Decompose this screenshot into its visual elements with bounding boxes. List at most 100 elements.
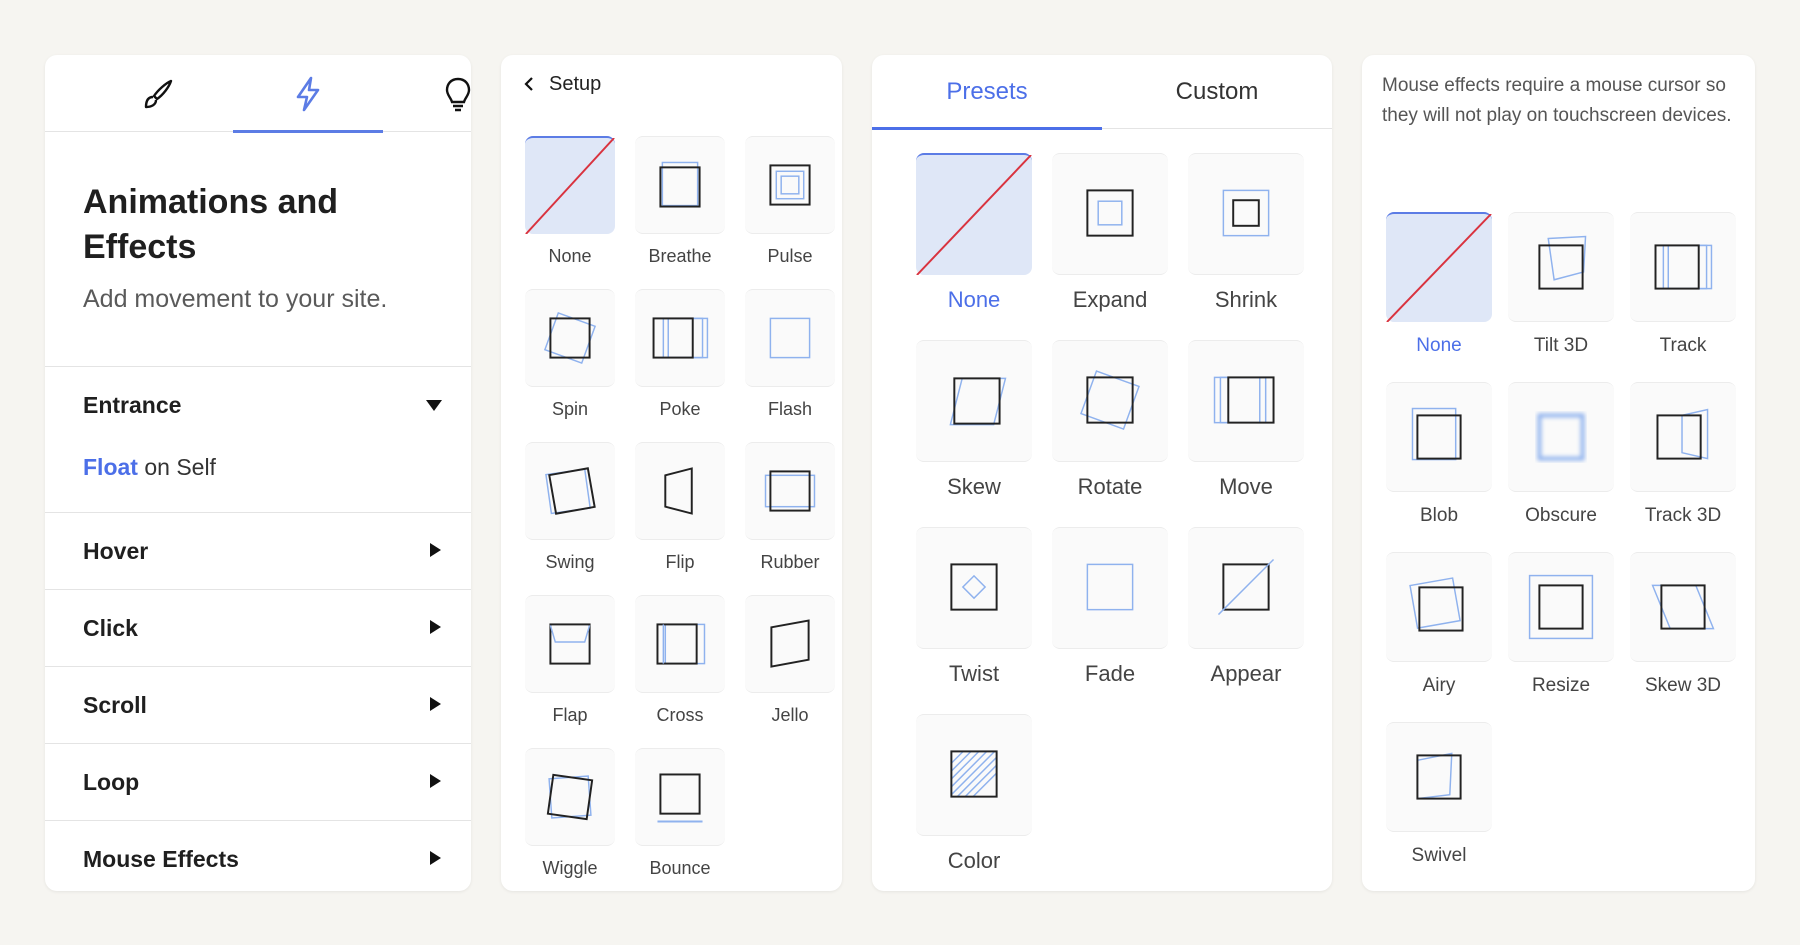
effect-cross[interactable]: Cross bbox=[625, 595, 735, 748]
back-button[interactable]: Setup bbox=[501, 55, 842, 113]
move-thumb bbox=[1188, 340, 1304, 462]
triangle-right-icon bbox=[430, 851, 441, 865]
section-mouse-effects[interactable]: Mouse Effects bbox=[45, 821, 471, 891]
mouse-effect-label: Skew 3D bbox=[1644, 675, 1722, 696]
track-thumb bbox=[1630, 212, 1736, 322]
mouse-effect-track[interactable]: Track bbox=[1622, 212, 1744, 382]
loop-effects-panel: Setup None Breathe Pulse Spin Poke Flash bbox=[501, 55, 842, 891]
mouse-effect-label: Track bbox=[1659, 335, 1707, 356]
swing-icon bbox=[545, 467, 596, 515]
shrink-thumb bbox=[1188, 153, 1304, 275]
obscure-thumb bbox=[1508, 382, 1614, 492]
section-title: Loop bbox=[83, 769, 140, 795]
preset-move[interactable]: Move bbox=[1178, 340, 1314, 527]
blob-icon bbox=[1411, 407, 1462, 461]
tab-ideas[interactable] bbox=[383, 55, 471, 132]
cross-icon bbox=[656, 623, 706, 665]
effect-poke[interactable]: Poke bbox=[625, 289, 735, 442]
page-title: Animations and Effects bbox=[83, 180, 433, 270]
mouse-effect-skew-3d[interactable]: Skew 3D bbox=[1622, 552, 1744, 722]
preset-shrink[interactable]: Shrink bbox=[1178, 153, 1314, 340]
resize-icon bbox=[1528, 574, 1594, 640]
effect-flash[interactable]: Flash bbox=[735, 289, 842, 442]
effect-label: Wiggle bbox=[542, 858, 598, 878]
mouse-effect-track-3d[interactable]: Track 3D bbox=[1622, 382, 1744, 552]
mouse-effect-airy[interactable]: Airy bbox=[1378, 552, 1500, 722]
mouse-effect-none[interactable]: None bbox=[1378, 212, 1500, 382]
preset-none[interactable]: None bbox=[906, 153, 1042, 340]
obscure-icon bbox=[1537, 413, 1585, 461]
effect-rubber[interactable]: Rubber bbox=[735, 442, 842, 595]
section-title: Entrance bbox=[83, 392, 182, 418]
mouse-effect-label: None bbox=[1416, 335, 1462, 356]
preset-expand[interactable]: Expand bbox=[1042, 153, 1178, 340]
panel-header: Animations and Effects Add movement to y… bbox=[45, 132, 471, 367]
none-icon bbox=[1386, 214, 1492, 322]
tab-presets[interactable]: Presets bbox=[872, 55, 1102, 130]
effect-swing[interactable]: Swing bbox=[515, 442, 625, 595]
preset-appear[interactable]: Appear bbox=[1178, 527, 1314, 714]
preset-label: Appear bbox=[1210, 661, 1282, 686]
effect-pulse[interactable]: Pulse bbox=[735, 136, 842, 289]
breathe-icon bbox=[659, 161, 701, 208]
mouse-effect-label: Blob bbox=[1419, 505, 1459, 526]
section-hover[interactable]: Hover bbox=[45, 513, 471, 590]
preset-rotate[interactable]: Rotate bbox=[1042, 340, 1178, 527]
wiggle-icon bbox=[546, 773, 594, 821]
mouse-effect-resize[interactable]: Resize bbox=[1500, 552, 1622, 722]
preset-label: Expand bbox=[1072, 287, 1148, 312]
effect-spin[interactable]: Spin bbox=[515, 289, 625, 442]
blob-thumb bbox=[1386, 382, 1492, 492]
skew-3d-thumb bbox=[1630, 552, 1736, 662]
color-icon bbox=[950, 750, 998, 798]
section-click[interactable]: Click bbox=[45, 590, 471, 667]
rubber-icon bbox=[764, 470, 816, 512]
tab-animations[interactable] bbox=[233, 55, 383, 133]
presets-grid: None Expand Shrink Skew Rotate Move Twis… bbox=[906, 153, 1314, 891]
triangle-right-icon bbox=[430, 774, 441, 788]
mouse-effect-label: Tilt 3D bbox=[1533, 335, 1589, 356]
section-entrance[interactable]: Entrance Float on Self bbox=[45, 367, 471, 513]
poke-thumb bbox=[635, 289, 725, 387]
preset-tabs: Presets Custom bbox=[872, 55, 1332, 130]
tilt-3d-icon bbox=[1538, 235, 1587, 290]
fade-thumb bbox=[1052, 527, 1168, 649]
lightning-icon bbox=[296, 76, 320, 111]
resize-thumb bbox=[1508, 552, 1614, 662]
entrance-value[interactable]: Float on Self bbox=[83, 452, 433, 482]
twist-icon bbox=[950, 563, 998, 611]
entrance-effect-link[interactable]: Float bbox=[83, 454, 138, 480]
mouse-effect-tilt-3d[interactable]: Tilt 3D bbox=[1500, 212, 1622, 382]
effect-wiggle[interactable]: Wiggle bbox=[515, 748, 625, 891]
expand-thumb bbox=[1052, 153, 1168, 275]
twist-thumb bbox=[916, 527, 1032, 649]
effect-jello[interactable]: Jello bbox=[735, 595, 842, 748]
preset-fade[interactable]: Fade bbox=[1042, 527, 1178, 714]
tab-custom[interactable]: Custom bbox=[1102, 55, 1332, 129]
flap-thumb bbox=[525, 595, 615, 693]
spin-thumb bbox=[525, 289, 615, 387]
tab-design[interactable] bbox=[83, 55, 233, 132]
mouse-effect-swivel[interactable]: Swivel bbox=[1378, 722, 1500, 891]
mouse-effect-blob[interactable]: Blob bbox=[1378, 382, 1500, 552]
section-scroll[interactable]: Scroll bbox=[45, 667, 471, 744]
effect-none[interactable]: None bbox=[515, 136, 625, 289]
track-icon bbox=[1654, 244, 1713, 290]
track-3d-icon bbox=[1656, 408, 1709, 460]
effect-bounce[interactable]: Bounce bbox=[625, 748, 735, 891]
preset-label: Twist bbox=[948, 661, 1000, 686]
mouse-effect-obscure[interactable]: Obscure bbox=[1500, 382, 1622, 552]
preset-twist[interactable]: Twist bbox=[906, 527, 1042, 714]
preset-label: Rotate bbox=[1077, 474, 1143, 499]
lightbulb-icon bbox=[445, 77, 471, 111]
section-loop[interactable]: Loop bbox=[45, 744, 471, 821]
jello-thumb bbox=[745, 595, 835, 693]
rubber-thumb bbox=[745, 442, 835, 540]
effect-breathe[interactable]: Breathe bbox=[625, 136, 735, 289]
preset-color[interactable]: Color bbox=[906, 714, 1042, 891]
mouse-effect-label: Airy bbox=[1422, 675, 1456, 696]
preset-skew[interactable]: Skew bbox=[906, 340, 1042, 527]
effect-flap[interactable]: Flap bbox=[515, 595, 625, 748]
effect-flip[interactable]: Flip bbox=[625, 442, 735, 595]
spin-icon bbox=[543, 311, 597, 365]
